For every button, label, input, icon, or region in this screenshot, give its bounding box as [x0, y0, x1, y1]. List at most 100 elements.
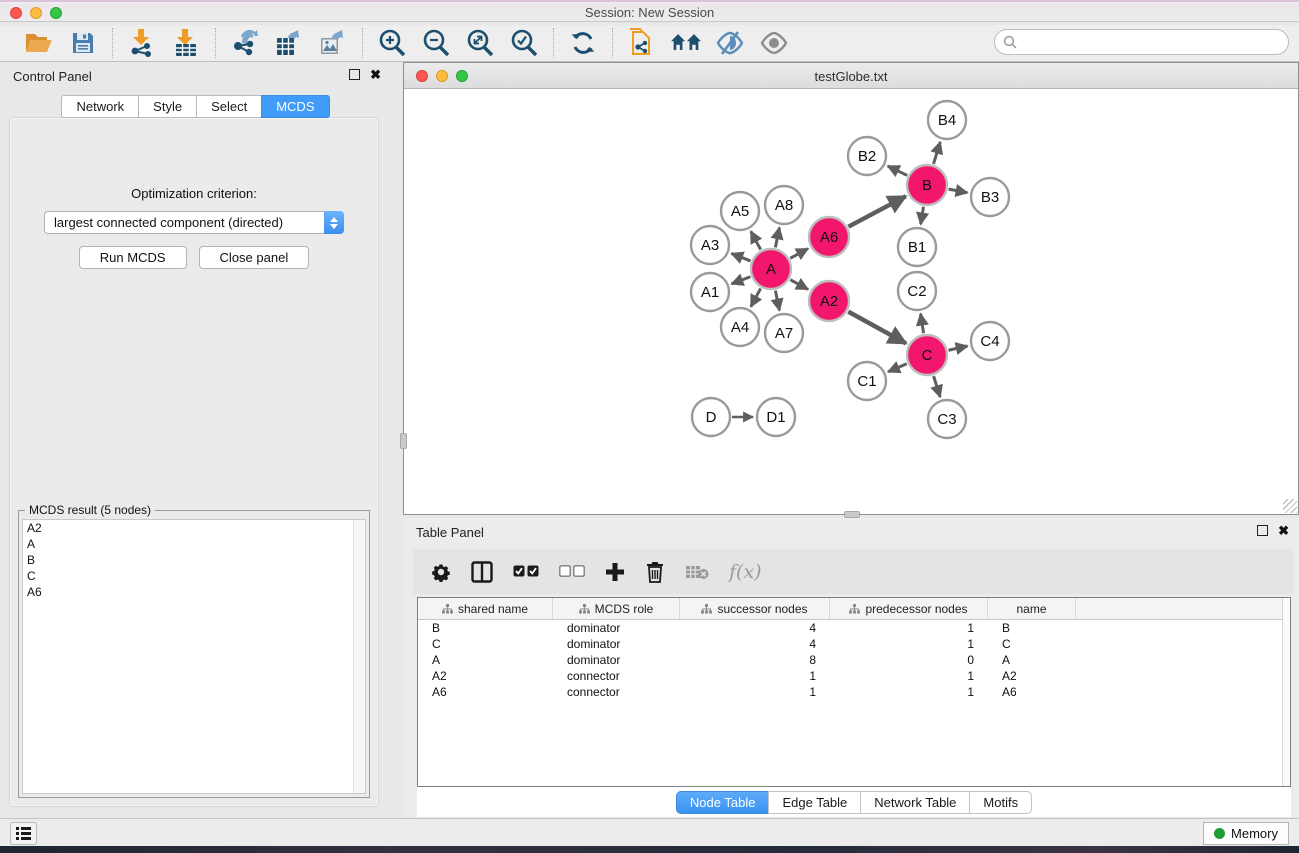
memory-button[interactable]: Memory	[1203, 822, 1289, 845]
column-header-successor-nodes[interactable]: successor nodes	[680, 598, 830, 619]
run-mcds-button[interactable]: Run MCDS	[79, 246, 187, 269]
node-C2[interactable]: C2	[898, 272, 936, 310]
node-B2[interactable]: B2	[848, 137, 886, 175]
edge-B-B3[interactable]	[949, 189, 968, 193]
edge-A-A6[interactable]	[790, 249, 808, 259]
edge-A6-B[interactable]	[848, 196, 905, 226]
table-row[interactable]: Cdominator41C	[418, 636, 1290, 652]
node-B3[interactable]: B3	[971, 178, 1009, 216]
edge-C-C2[interactable]	[921, 314, 924, 334]
node-B1[interactable]: B1	[898, 228, 936, 266]
task-history-button[interactable]	[10, 822, 37, 845]
zoom-out-icon[interactable]	[421, 28, 451, 58]
save-session-icon[interactable]	[68, 28, 98, 58]
close-table-panel-icon[interactable]: ✖	[1278, 525, 1289, 536]
table-row[interactable]: A6connector11A6	[418, 684, 1290, 700]
node-A[interactable]: A	[751, 249, 791, 289]
node-D1[interactable]: D1	[757, 398, 795, 436]
show-graphics-details-icon[interactable]	[759, 28, 789, 58]
hide-graphics-details-icon[interactable]	[715, 28, 745, 58]
edge-A2-C[interactable]	[848, 312, 906, 344]
edge-C-C3[interactable]	[934, 376, 941, 397]
network-vscroll-thumb[interactable]	[400, 433, 407, 449]
resize-grip[interactable]	[1283, 499, 1297, 513]
mcds-result-list[interactable]: A2ABCA6	[22, 519, 366, 794]
edge-C-C4[interactable]	[948, 346, 967, 350]
tab-network-table[interactable]: Network Table	[860, 791, 969, 814]
open-session-icon[interactable]	[24, 28, 54, 58]
node-A3[interactable]: A3	[691, 226, 729, 264]
export-image-icon[interactable]	[318, 28, 348, 58]
zoom-fit-icon[interactable]	[465, 28, 495, 58]
edge-A-A8[interactable]	[775, 228, 779, 248]
delete-table-icon[interactable]	[685, 558, 709, 586]
tab-style[interactable]: Style	[138, 95, 196, 118]
search-input[interactable]	[1022, 35, 1288, 50]
select-none-icon[interactable]	[559, 558, 585, 586]
zoom-selected-icon[interactable]	[509, 28, 539, 58]
table-row[interactable]: Bdominator41B	[418, 620, 1290, 636]
node-A2[interactable]: A2	[809, 281, 849, 321]
zoom-in-icon[interactable]	[377, 28, 407, 58]
home-icon[interactable]	[671, 28, 701, 58]
table-settings-gear-icon[interactable]	[431, 558, 451, 586]
edge-B-B4[interactable]	[933, 142, 940, 164]
column-header-predecessor-nodes[interactable]: predecessor nodes	[830, 598, 988, 619]
function-builder-icon[interactable]: f(x)	[729, 558, 762, 586]
node-C3[interactable]: C3	[928, 400, 966, 438]
new-network-from-selection-icon[interactable]	[627, 28, 657, 58]
criterion-select[interactable]: largest connected component (directed)	[44, 211, 344, 234]
network-canvas[interactable]: B4 B2 B B3 B1 A6 A5A8 A3 A A1A4A7A2 C2 C C1 C4 C3 D D1	[404, 89, 1298, 514]
edge-A-A5[interactable]	[751, 231, 761, 249]
node-C4[interactable]: C4	[971, 322, 1009, 360]
export-table-icon[interactable]	[274, 28, 304, 58]
edge-B-B2[interactable]	[888, 166, 907, 175]
mcds-result-item[interactable]: C	[23, 568, 365, 584]
import-network-icon[interactable]	[127, 28, 157, 58]
node-A1[interactable]: A1	[691, 273, 729, 311]
node-A7[interactable]: A7	[765, 314, 803, 352]
search-field[interactable]	[994, 29, 1289, 55]
network-graph[interactable]: B4 B2 B B3 B1 A6 A5A8 A3 A A1A4A7A2 C2 C C1 C4 C3 D D1	[404, 89, 1298, 514]
export-network-icon[interactable]	[230, 28, 260, 58]
import-table-icon[interactable]	[171, 28, 201, 58]
edge-A-A7[interactable]	[775, 291, 779, 311]
close-panel-icon[interactable]: ✖	[370, 69, 381, 80]
tab-network[interactable]: Network	[61, 95, 138, 118]
tab-motifs[interactable]: Motifs	[969, 791, 1032, 814]
show-columns-icon[interactable]	[471, 558, 493, 586]
column-header-MCDS-role[interactable]: MCDS role	[553, 598, 680, 619]
result-list-scrollbar[interactable]	[353, 520, 365, 793]
node-A8[interactable]: A8	[765, 186, 803, 224]
node-B[interactable]: B	[907, 165, 947, 205]
table-row[interactable]: Adominator80A	[418, 652, 1290, 668]
node-table[interactable]: shared nameMCDS rolesuccessor nodesprede…	[417, 597, 1291, 787]
refresh-icon[interactable]	[568, 28, 598, 58]
float-panel-icon[interactable]	[349, 69, 360, 80]
node-A5[interactable]: A5	[721, 192, 759, 230]
node-C1[interactable]: C1	[848, 362, 886, 400]
mcds-result-item[interactable]: A	[23, 536, 365, 552]
table-scrollbar[interactable]	[1282, 598, 1290, 786]
mcds-result-item[interactable]: A6	[23, 584, 365, 600]
node-D[interactable]: D	[692, 398, 730, 436]
mcds-result-item[interactable]: B	[23, 552, 365, 568]
table-header-row[interactable]: shared nameMCDS rolesuccessor nodesprede…	[418, 598, 1290, 620]
close-panel-button[interactable]: Close panel	[199, 246, 310, 269]
node-B4[interactable]: B4	[928, 101, 966, 139]
select-all-icon[interactable]	[513, 558, 539, 586]
tab-mcds[interactable]: MCDS	[261, 95, 329, 118]
node-A4[interactable]: A4	[721, 308, 759, 346]
column-header-shared-name[interactable]: shared name	[418, 598, 553, 619]
edge-A-A2[interactable]	[790, 280, 808, 290]
column-header-name[interactable]: name	[988, 598, 1076, 619]
float-table-panel-icon[interactable]	[1257, 525, 1268, 536]
table-row[interactable]: A2connector11A2	[418, 668, 1290, 684]
edge-A-A3[interactable]	[731, 253, 750, 261]
tab-node-table[interactable]: Node Table	[676, 791, 769, 814]
tab-edge-table[interactable]: Edge Table	[768, 791, 860, 814]
node-A6[interactable]: A6	[809, 217, 849, 257]
network-window-titlebar[interactable]: testGlobe.txt	[404, 63, 1298, 89]
network-hscroll-thumb[interactable]	[844, 511, 860, 518]
node-C[interactable]: C	[907, 335, 947, 375]
